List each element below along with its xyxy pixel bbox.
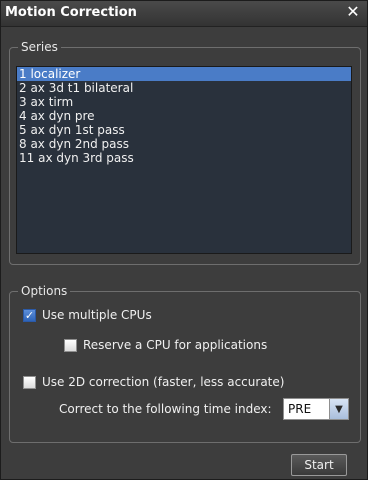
title-bar[interactable]: Motion Correction ✕ [1, 1, 367, 27]
time-index-label: Correct to the following time index: [59, 402, 272, 416]
use-multiple-cpus-checkbox[interactable]: ✓ [23, 308, 36, 322]
series-list-item[interactable]: 1 localizer [17, 67, 351, 81]
motion-correction-dialog: Motion Correction ✕ Series 1 localizer 2 … [0, 0, 368, 480]
series-list-item[interactable]: 8 ax dyn 2nd pass [17, 137, 351, 151]
series-list-item[interactable]: 11 ax dyn 3rd pass [17, 151, 351, 165]
start-button[interactable]: Start [291, 454, 347, 476]
use-2d-correction-option[interactable]: Use 2D correction (faster, less accurate… [23, 375, 284, 389]
reserve-cpu-label: Reserve a CPU for applications [83, 338, 268, 352]
use-2d-correction-label: Use 2D correction (faster, less accurate… [42, 375, 285, 389]
use-multiple-cpus-label: Use multiple CPUs [42, 308, 152, 322]
series-legend: Series [18, 40, 61, 54]
time-index-select[interactable]: PRE ▼ [283, 398, 349, 420]
options-group: Options ✓ Use multiple CPUs Reserve a CP… [9, 284, 361, 443]
time-index-value: PRE [288, 402, 312, 416]
chevron-down-icon[interactable]: ▼ [329, 399, 348, 419]
series-group: Series 1 localizer 2 ax 3d t1 bilateral 3 … [9, 40, 361, 265]
reserve-cpu-checkbox[interactable] [64, 338, 77, 352]
series-list-item[interactable]: 4 ax dyn pre [17, 109, 351, 123]
options-legend: Options [18, 284, 71, 298]
use-multiple-cpus-option[interactable]: ✓ Use multiple CPUs [23, 308, 152, 322]
use-2d-correction-checkbox[interactable] [23, 375, 36, 389]
window-title: Motion Correction [5, 5, 137, 20]
reserve-cpu-option[interactable]: Reserve a CPU for applications [64, 338, 267, 352]
series-list-item[interactable]: 3 ax tirm [17, 95, 351, 109]
close-icon[interactable]: ✕ [345, 3, 361, 21]
series-list[interactable]: 1 localizer 2 ax 3d t1 bilateral 3 ax tirm… [16, 66, 352, 254]
series-list-item[interactable]: 2 ax 3d t1 bilateral [17, 81, 351, 95]
series-list-item[interactable]: 5 ax dyn 1st pass [17, 123, 351, 137]
